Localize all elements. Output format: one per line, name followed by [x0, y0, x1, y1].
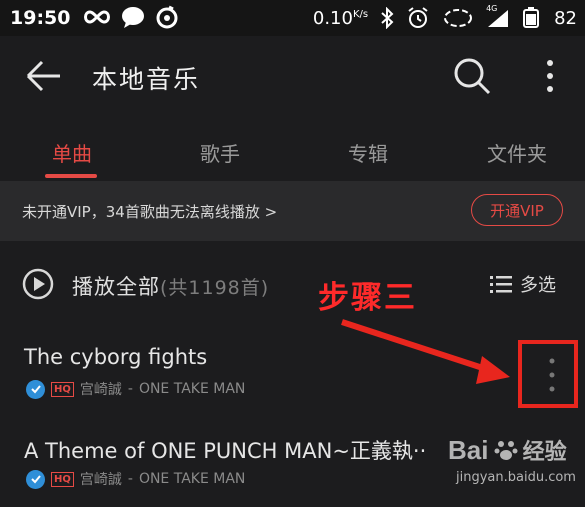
baidu-jingyan-watermark: Bai 经验 jingyan.baidu.com [448, 434, 576, 485]
watermark-url: jingyan.baidu.com [456, 470, 576, 485]
annotation-arrow-icon [341, 319, 510, 384]
watermark-brand: Bai [448, 435, 489, 465]
watermark-cn: 经验 [522, 440, 567, 465]
annotation-highlight-box [518, 340, 578, 408]
paw-icon [494, 441, 518, 460]
